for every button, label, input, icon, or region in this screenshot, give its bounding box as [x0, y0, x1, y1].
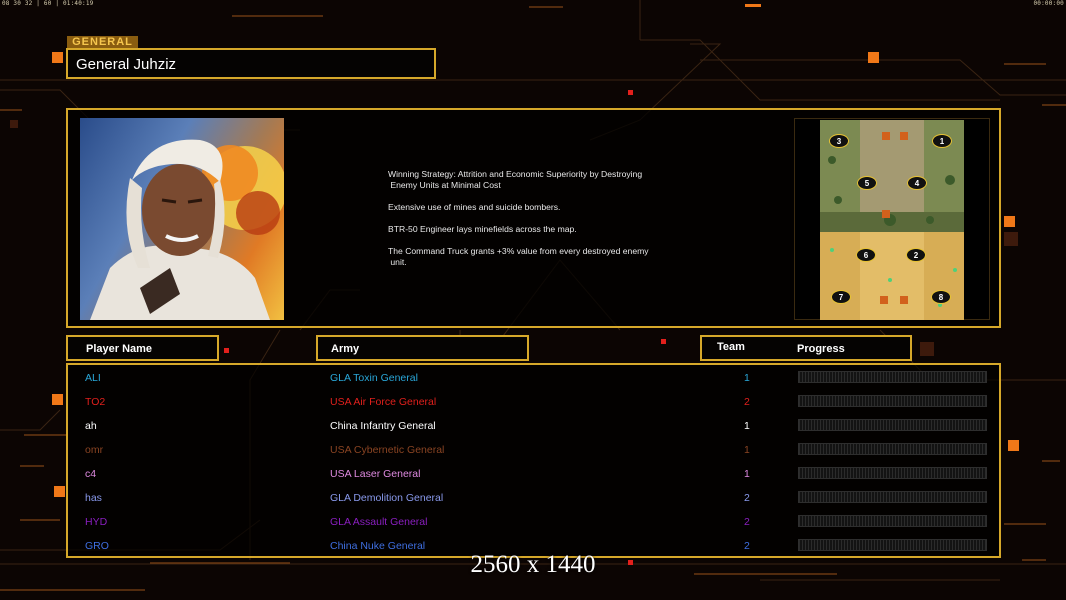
progress-bar [798, 395, 987, 407]
progress-bar [798, 371, 987, 383]
army-header-label: Army [331, 343, 360, 355]
player-army: USA Laser General [330, 468, 421, 480]
progress-bar [798, 491, 987, 503]
player-row: c4 USA Laser General 1 [66, 463, 1001, 487]
player-name: omr [85, 444, 104, 456]
team-header-label: Team [717, 341, 745, 353]
player-name: c4 [85, 468, 97, 480]
progress-bar [798, 539, 987, 551]
description-line: Winning Strategy: Attrition and Economic… [388, 169, 643, 190]
minimap-start-slot[interactable]: 3 [829, 134, 849, 148]
player-army: China Infantry General [330, 420, 436, 432]
progress-bar [798, 419, 987, 431]
minimap-icon[interactable]: 1 2 3 4 5 6 7 8 [820, 120, 964, 320]
player-team: 1 [744, 372, 750, 384]
player-army: GLA Toxin General [330, 372, 418, 384]
player-row: has GLA Demolition General 2 [66, 487, 1001, 511]
progress-bar [798, 443, 987, 455]
player-name: TO2 [85, 396, 106, 408]
player-name: ALI [85, 372, 101, 384]
player-row: TO2 USA Air Force General 2 [66, 391, 1001, 415]
player-team: 1 [744, 444, 750, 456]
player-team: 1 [744, 420, 750, 432]
general-name: General Juhziz [76, 56, 177, 73]
player-row: ah China Infantry General 1 [66, 415, 1001, 439]
minimap-start-slot[interactable]: 6 [856, 248, 876, 262]
general-tag: GENERAL [67, 36, 138, 48]
minimap-start-slot[interactable]: 5 [857, 176, 877, 190]
general-description: Winning Strategy: Attrition and Economic… [388, 169, 698, 279]
minimap-start-slot[interactable]: 1 [932, 134, 952, 148]
player-army: USA Air Force General [330, 396, 437, 408]
general-portrait-icon [80, 118, 284, 320]
minimap-start-slot[interactable]: 8 [931, 290, 951, 304]
player-name: has [85, 492, 102, 504]
player-team: 1 [744, 468, 750, 480]
description-line: Extensive use of mines and suicide bombe… [388, 202, 561, 212]
progress-bar [798, 515, 987, 527]
player-army: GLA Assault General [330, 516, 428, 528]
minimap-start-slot[interactable]: 4 [907, 176, 927, 190]
hud-timer-right: 00:00:00 [1033, 0, 1064, 7]
player-name-header: Player Name [66, 335, 219, 361]
player-row: HYD GLA Assault General 2 [66, 511, 1001, 535]
player-row: omr USA Cybernetic General 1 [66, 439, 1001, 463]
player-name: ah [85, 420, 97, 432]
description-line: BTR-50 Engineer lays minefields across t… [388, 224, 577, 234]
player-name-header-label: Player Name [86, 343, 153, 355]
player-army: GLA Demolition General [330, 492, 444, 504]
player-name: HYD [85, 516, 108, 528]
hud-timer-left: 08 30 32 | 60 | 01:40:19 [2, 0, 94, 7]
minimap-start-slot[interactable]: 7 [831, 290, 851, 304]
team-progress-header: Team Progress [700, 335, 912, 361]
description-line: The Command Truck grants +3% value from … [388, 246, 649, 267]
general-name-box: General Juhziz [66, 48, 436, 79]
minimap-start-slot[interactable]: 2 [906, 248, 926, 262]
player-row: ALI GLA Toxin General 1 [66, 367, 1001, 391]
player-team: 2 [744, 516, 750, 528]
army-header: Army [316, 335, 529, 361]
player-team: 2 [744, 492, 750, 504]
progress-bar [798, 467, 987, 479]
player-army: USA Cybernetic General [330, 444, 445, 456]
resolution-label: 2560 x 1440 [470, 551, 596, 578]
progress-header-label: Progress [797, 343, 845, 355]
player-team: 2 [744, 396, 750, 408]
